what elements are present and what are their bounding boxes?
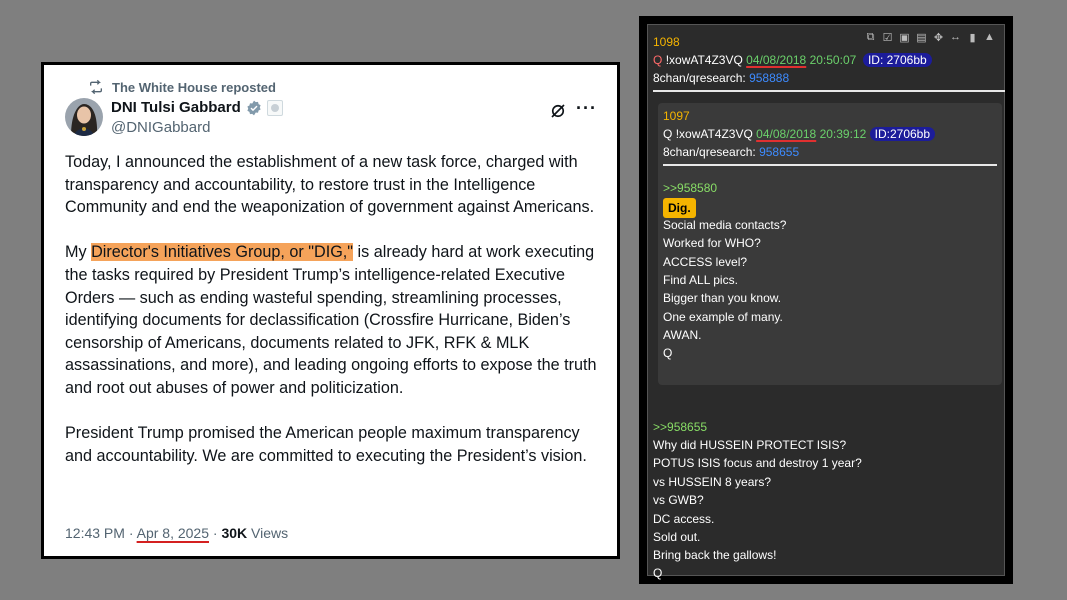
grok-icon[interactable] bbox=[549, 102, 567, 125]
tweet-time[interactable]: 12:43 PM bbox=[65, 525, 125, 541]
tweet-text: Today, I announced the establishment of … bbox=[65, 151, 605, 490]
repost-label: The White House reposted bbox=[112, 79, 276, 95]
divider bbox=[663, 164, 997, 166]
doc-icon[interactable]: ▤ bbox=[915, 31, 928, 44]
vr-icon[interactable]: ▣ bbox=[898, 31, 911, 44]
share-icon[interactable]: ⧉ bbox=[864, 31, 877, 44]
gov-badge-icon bbox=[266, 99, 283, 116]
quoted-line: Bigger than you know. bbox=[663, 291, 782, 305]
post-line: vs HUSSEIN 8 years? bbox=[653, 475, 772, 489]
quoted-board-name: 8chan/qresearch: bbox=[663, 145, 756, 159]
quoted-time: 20:39:12 bbox=[819, 127, 867, 141]
quoted-line: Q bbox=[663, 346, 673, 360]
post-line: Why did HUSSEIN PROTECT ISIS? bbox=[653, 438, 847, 452]
dig-badge-row: Dig. bbox=[663, 198, 696, 218]
quoted-line: AWAN. bbox=[663, 328, 702, 342]
poster-name: Q bbox=[653, 53, 663, 67]
tripcode: !xowAT4Z3VQ bbox=[665, 53, 743, 67]
repost-header[interactable]: The White House reposted bbox=[88, 79, 276, 95]
quoted-number: 1097 bbox=[663, 109, 690, 123]
quoted-line: ACCESS level? bbox=[663, 255, 748, 269]
poster-id[interactable]: ID: 2706bb bbox=[862, 53, 932, 67]
paragraph-3: President Trump promised the American pe… bbox=[65, 424, 587, 465]
divider bbox=[653, 90, 1005, 92]
move-icon[interactable]: ✥ bbox=[932, 31, 945, 44]
author-row: DNI Tulsi Gabbard bbox=[111, 99, 283, 116]
quoted-poster-name: Q bbox=[663, 127, 673, 141]
separator: · bbox=[209, 525, 222, 541]
quoted-id[interactable]: ID:2706bb bbox=[869, 127, 936, 141]
post-time: 20:50:07 bbox=[809, 53, 857, 67]
quoted-board-link[interactable]: 958655 bbox=[759, 145, 799, 159]
board-link[interactable]: 958888 bbox=[749, 71, 789, 85]
author-name[interactable]: DNI Tulsi Gabbard bbox=[111, 99, 241, 116]
text-span: is already hard at work executing the ta… bbox=[65, 243, 597, 397]
post-line: DC access. bbox=[653, 512, 715, 526]
author-handle[interactable]: @DNIGabbard bbox=[111, 119, 210, 136]
post-number: 1098 bbox=[653, 35, 680, 49]
post-line: Q bbox=[653, 566, 663, 580]
quoted-tripcode: !xowAT4Z3VQ bbox=[675, 127, 753, 141]
reply-ref[interactable]: >>958655 bbox=[653, 418, 707, 436]
post-header: Q !xowAT4Z3VQ 04/08/2018 20:50:07 ID: 27… bbox=[653, 51, 932, 69]
avatar[interactable] bbox=[65, 98, 103, 136]
resize-icon[interactable]: ↔ bbox=[949, 31, 962, 44]
board-name: 8chan/qresearch: bbox=[653, 71, 746, 85]
post-date: 04/08/2018 bbox=[746, 53, 807, 67]
tweet-card: The White House reposted DNI Tulsi Gabba… bbox=[41, 62, 620, 559]
tweet-date[interactable]: Apr 8, 2025 bbox=[137, 525, 209, 541]
trash-icon[interactable]: ▮ bbox=[966, 31, 979, 44]
up-icon[interactable]: ▲ bbox=[983, 31, 996, 44]
quoted-board-line: 8chan/qresearch: 958655 bbox=[663, 143, 799, 161]
quoted-line: Social media contacts? bbox=[663, 218, 787, 232]
quoted-line: Worked for WHO? bbox=[663, 236, 761, 250]
views-label: Views bbox=[247, 525, 289, 541]
board-line: 8chan/qresearch: 958888 bbox=[653, 69, 789, 87]
quoted-line: One example of many. bbox=[663, 310, 783, 324]
separator: · bbox=[124, 525, 137, 541]
post-line: vs GWB? bbox=[653, 493, 704, 507]
quoted-date: 04/08/2018 bbox=[756, 127, 817, 141]
text-span: My bbox=[65, 243, 92, 262]
views-count: 30K bbox=[221, 525, 248, 541]
post-line: Bring back the gallows! bbox=[653, 548, 777, 562]
quoted-reply-ref[interactable]: >>958580 bbox=[663, 179, 717, 197]
quoted-line: Find ALL pics. bbox=[663, 273, 738, 287]
paragraph-1: Today, I announced the establishment of … bbox=[65, 153, 595, 217]
highlighted-phrase: Director's Initiatives Group, or "DIG," bbox=[91, 243, 354, 262]
qdrop-frame: ⧉ ☑ ▣ ▤ ✥ ↔ ▮ ▲ 1098 Q !xowAT4Z3VQ 04/08… bbox=[639, 16, 1013, 584]
post-line: POTUS ISIS focus and destroy 1 year? bbox=[653, 456, 862, 470]
post-toolbar: ⧉ ☑ ▣ ▤ ✥ ↔ ▮ ▲ bbox=[864, 31, 996, 44]
paragraph-2: My Director's Initiatives Group, or "DIG… bbox=[65, 241, 605, 399]
more-icon[interactable]: ··· bbox=[576, 98, 597, 119]
qdrop-post: ⧉ ☑ ▣ ▤ ✥ ↔ ▮ ▲ 1098 Q !xowAT4Z3VQ 04/08… bbox=[647, 24, 1005, 580]
quoted-post: 1097 Q !xowAT4Z3VQ 04/08/2018 20:39:12 I… bbox=[658, 103, 1002, 385]
dig-badge: Dig. bbox=[663, 198, 696, 218]
repost-icon bbox=[90, 79, 102, 95]
post-line: Sold out. bbox=[653, 530, 701, 544]
check-icon[interactable]: ☑ bbox=[881, 31, 894, 44]
quoted-header: Q !xowAT4Z3VQ 04/08/2018 20:39:12 ID:270… bbox=[663, 125, 936, 143]
verified-badge-icon bbox=[247, 100, 261, 115]
tweet-meta: 12:43 PM · Apr 8, 2025 · 30K Views bbox=[65, 525, 288, 541]
